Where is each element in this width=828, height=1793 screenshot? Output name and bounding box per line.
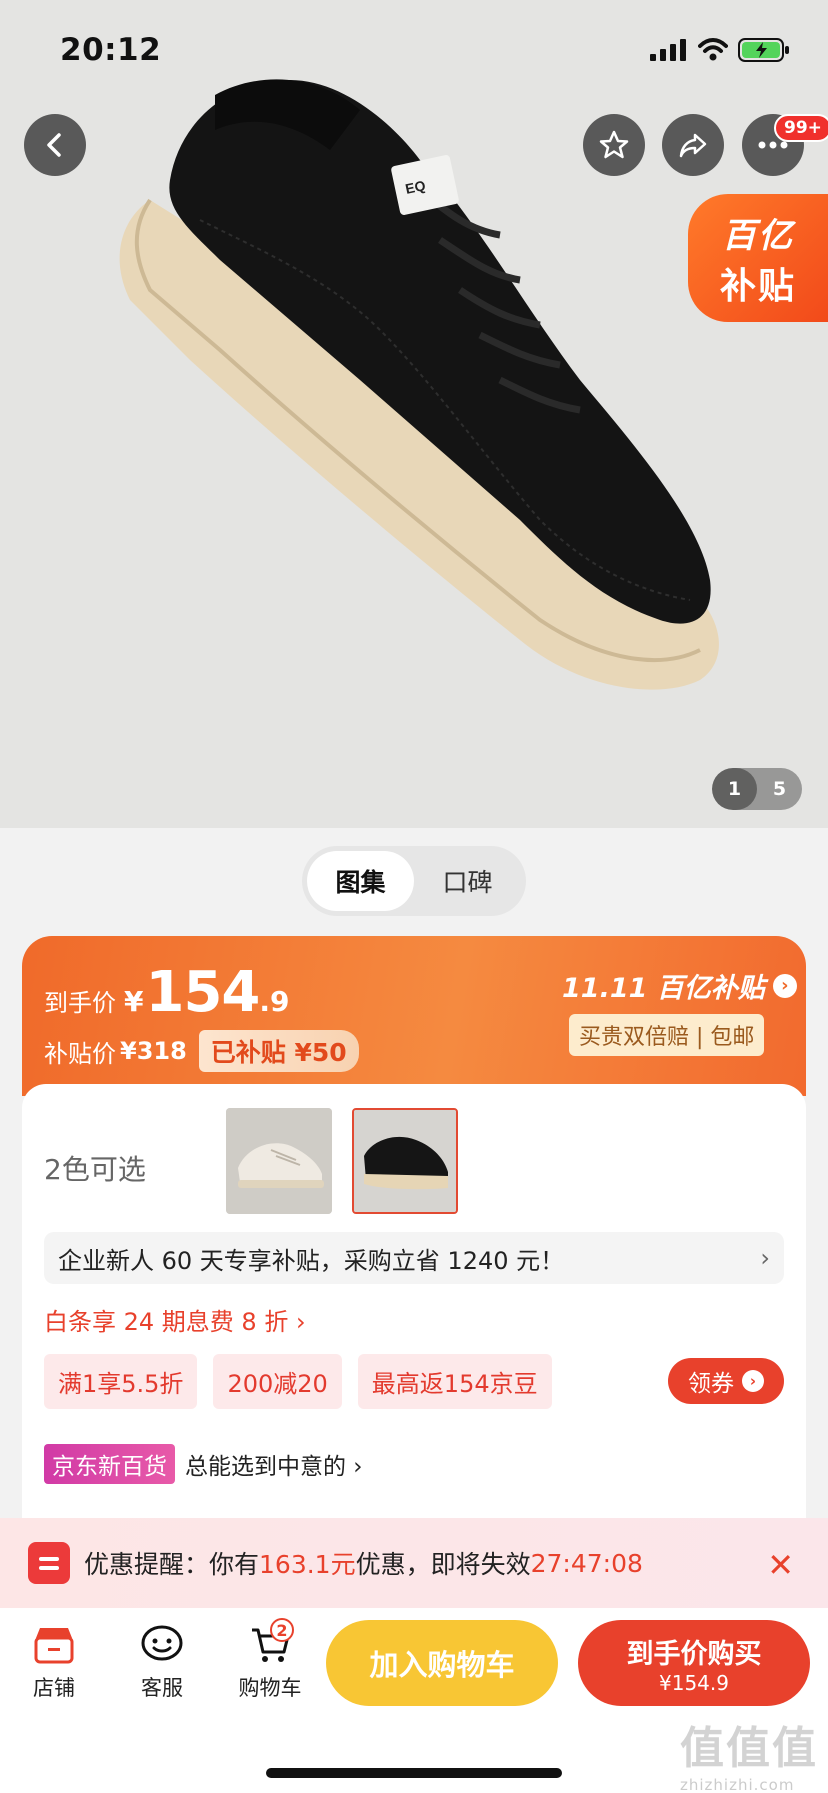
jd-store-text: 总能选到中意的 ›: [185, 1454, 363, 1480]
product-image-gallery[interactable]: EQ 20:12 99+ 百亿 补贴 1 5: [0, 0, 828, 828]
store-icon: [34, 1628, 74, 1664]
cart-count-badge: 2: [270, 1618, 294, 1642]
hand-price-currency: ¥: [124, 985, 144, 1018]
star-icon: [599, 130, 629, 159]
promo-middle: 优惠，即将失效: [355, 1550, 531, 1579]
nav-service-label: 客服: [141, 1676, 183, 1700]
white-sneaker-thumbnail: [226, 1108, 332, 1214]
color-swatch-black[interactable]: [352, 1108, 458, 1214]
guarantee-badge: 买贵双倍赔 | 包邮: [569, 1014, 765, 1056]
subsidy-price-row: 补贴价 ¥318 已补贴 ¥50: [44, 1030, 359, 1072]
nav-store[interactable]: 店铺: [14, 1624, 94, 1702]
subsidy-tag-line1: 百亿: [722, 215, 794, 256]
jd-department-store-row[interactable]: 京东新百货 总能选到中意的 ›: [44, 1444, 363, 1484]
tab-gallery[interactable]: 图集: [307, 851, 414, 911]
tab-reviews[interactable]: 口碑: [414, 851, 521, 911]
nav-store-label: 店铺: [33, 1676, 75, 1700]
share-button[interactable]: [662, 114, 724, 176]
hand-price-label: 到手价: [44, 989, 116, 1017]
promo-reminder-bar[interactable]: 优惠提醒：你有 163.1元 优惠，即将失效 27:47:08 ✕: [0, 1518, 828, 1608]
buy-now-button[interactable]: 到手价购买 ¥154.9: [578, 1620, 810, 1706]
double-eleven-subsidy-link[interactable]: 11.11 百亿补贴 ›: [562, 966, 797, 1005]
color-count-label[interactable]: 2色可选: [44, 1148, 146, 1188]
baitiao-installment-link[interactable]: 白条享 24 期息费 8 折 ›: [44, 1302, 306, 1337]
signal-icon: [650, 39, 686, 61]
get-coupon-label: 领券: [688, 1371, 734, 1397]
hand-price: 到手价 ¥ 154 .9: [44, 960, 290, 1025]
watermark-sub: zhizhizhi.com: [680, 1776, 795, 1793]
home-indicator[interactable]: [266, 1768, 562, 1778]
promo-countdown: 27:47:08: [530, 1548, 643, 1578]
nav-cart[interactable]: 购物车: [230, 1624, 310, 1702]
color-swatch-white[interactable]: [226, 1108, 332, 1214]
pager-current: 1: [712, 768, 757, 810]
back-button[interactable]: [24, 114, 86, 176]
coupon-reminder-icon: [28, 1542, 70, 1584]
watermark-main: 值值值: [680, 1723, 818, 1774]
add-to-cart-button[interactable]: 加入购物车: [326, 1620, 558, 1706]
promo-prefix: 优惠提醒：你有: [84, 1550, 260, 1579]
coupon-list: 满1享5.5折 200减20 最高返154京豆: [44, 1354, 552, 1409]
jd-store-tag: 京东新百货: [44, 1444, 175, 1484]
double-eleven-subsidy-text: 11.11 百亿补贴: [562, 973, 765, 1004]
status-bar: 20:12: [60, 30, 790, 70]
media-tabs: 图集 口碑: [302, 846, 526, 916]
product-page: EQ 20:12 99+ 百亿 补贴 1 5 图集 口碑 到手价 ¥ 154 .…: [0, 0, 828, 1793]
hand-price-decimal: .9: [259, 985, 290, 1018]
coupon-tag[interactable]: 最高返154京豆: [357, 1354, 552, 1409]
subsidy-price-label: 补贴价: [44, 1039, 116, 1068]
got-subsidy-badge: 已补贴 ¥50: [198, 1030, 359, 1072]
more-badge: 99+: [774, 114, 828, 142]
chevron-right-icon: ›: [760, 1244, 770, 1272]
coupon-tag[interactable]: 200减20: [213, 1354, 342, 1409]
wifi-icon: [698, 38, 728, 61]
watermark: 值值值 zhizhizhi.com: [680, 1712, 818, 1793]
nav-service[interactable]: 客服: [122, 1624, 202, 1702]
share-arrow-icon: [679, 133, 707, 158]
enterprise-subsidy-banner[interactable]: 企业新人 60 天专享补贴，采购立省 1240 元！ ›: [44, 1232, 784, 1284]
battery-icon: [738, 38, 789, 62]
pager-total: 5: [772, 778, 787, 800]
chevron-left-icon: [47, 133, 61, 157]
chevron-right-icon: ›: [772, 973, 797, 998]
customer-service-icon: [141, 1625, 183, 1661]
subsidy-tag-line2: 补贴: [719, 265, 796, 307]
close-icon[interactable]: ✕: [767, 1546, 794, 1584]
buy-now-label: 到手价购买: [626, 1638, 762, 1670]
image-pager: 1 5: [712, 768, 802, 810]
promo-amount: 163.1元: [259, 1550, 356, 1579]
nav-cart-label: 购物车: [238, 1676, 302, 1700]
chevron-right-icon: ›: [742, 1370, 764, 1392]
hand-price-integer: 154: [145, 960, 260, 1025]
subsidy-price-value: ¥318: [120, 1037, 187, 1065]
billion-subsidy-tag[interactable]: 百亿 补贴: [688, 194, 828, 322]
enterprise-subsidy-text: 企业新人 60 天专享补贴，采购立省 1240 元！: [58, 1246, 565, 1275]
get-coupon-button[interactable]: 领券 ›: [668, 1358, 784, 1404]
status-time: 20:12: [60, 32, 162, 68]
buy-now-price: ¥154.9: [659, 1670, 729, 1695]
black-sneaker-thumbnail: [354, 1110, 456, 1212]
favorite-button[interactable]: [583, 114, 645, 176]
coupon-tag[interactable]: 满1享5.5折: [44, 1354, 198, 1409]
status-icons: [650, 37, 790, 63]
